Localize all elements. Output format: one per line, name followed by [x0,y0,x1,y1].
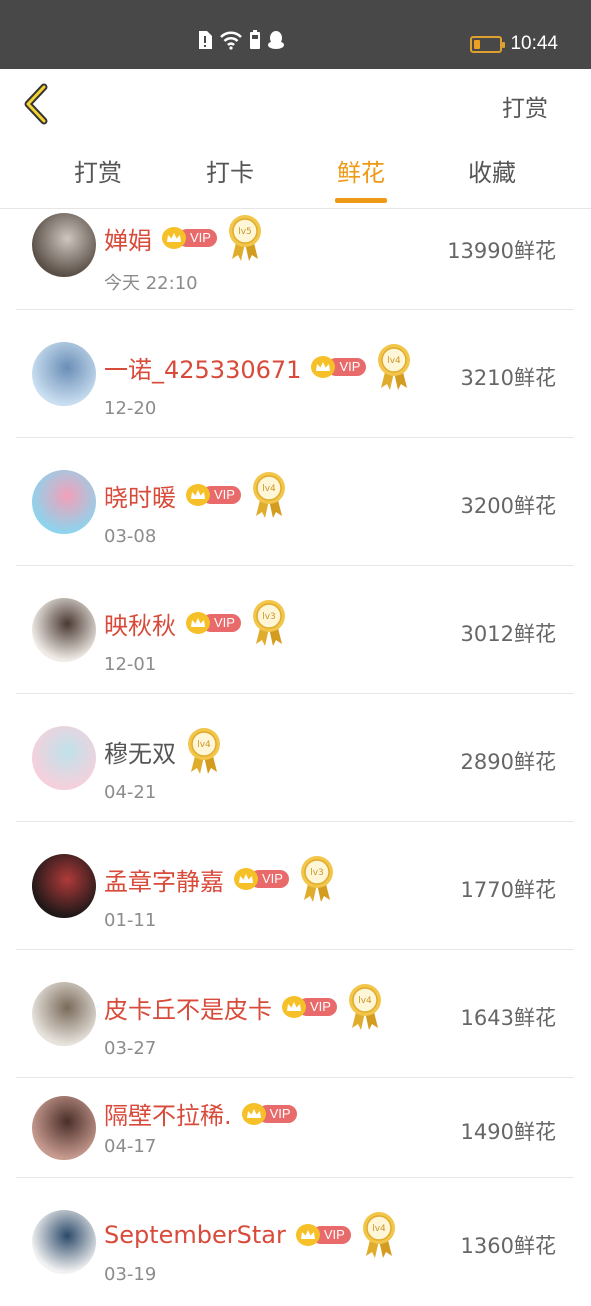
avatar [32,213,96,277]
list-item[interactable]: 婵娟 VIP lv5 今天 22:10 13990鲜花 [16,209,574,310]
avatar [32,854,96,918]
svg-text:lv4: lv4 [372,1224,386,1234]
crown-icon [186,484,210,506]
flower-ranking-list: 婵娟 VIP lv5 今天 22:10 13990鲜花 一诺_425330671… [16,209,574,1306]
svg-text:lv4: lv4 [262,484,276,494]
flower-count: 13990鲜花 [447,239,556,263]
top-header: 打赏 [0,69,591,139]
list-item[interactable]: 孟章字静嘉 VIP lv3 01-11 1770鲜花 [16,822,574,950]
crown-icon [186,612,210,634]
timestamp: 12-20 [104,398,157,419]
timestamp: 03-08 [104,526,157,547]
status-right: 10:44 [470,33,558,55]
avatar [32,726,96,790]
timestamp: 03-19 [104,1264,157,1285]
list-item[interactable]: 晓时暖 VIP lv4 03-08 3200鲜花 [16,438,574,566]
qq-icon [267,30,285,55]
vip-badge: VIP [295,1224,351,1246]
svg-text:lv4: lv4 [358,996,372,1006]
avatar [32,1210,96,1274]
list-item[interactable]: 穆无双 lv4 04-21 2890鲜花 [16,694,574,822]
level-medal-icon: lv4 [376,342,412,392]
vip-badge: VIP [234,868,289,890]
list-item[interactable]: SeptemberStar VIP lv4 03-19 1360鲜花 [16,1178,574,1306]
list-item[interactable]: 一诺_425330671 VIP lv4 12-20 3210鲜花 [16,310,574,438]
user-name: 映秋秋 [104,611,176,640]
svg-text:lv3: lv3 [310,868,324,878]
chevron-left-icon [20,83,60,129]
crown-icon [282,996,306,1018]
battery-small-icon [249,30,261,55]
vip-badge: VIP [186,484,241,506]
timestamp: 04-21 [104,782,157,803]
tab-active-indicator [335,198,387,203]
level-medal-icon: lv4 [347,982,383,1032]
battery-icon [470,35,506,53]
flower-count: 3012鲜花 [460,622,556,646]
crown-icon [234,868,258,890]
list-item[interactable]: 映秋秋 VIP lv3 12-01 3012鲜花 [16,566,574,694]
vip-badge: VIP [311,356,367,378]
vip-badge: VIP [186,612,241,634]
tab-reward[interactable]: 打赏 [58,153,138,188]
list-item[interactable]: 皮卡丘不是皮卡 VIP lv4 03-27 1643鲜花 [16,950,574,1078]
user-name: 一诺_425330671 [104,355,302,384]
level-medal-icon: lv5 [227,213,263,263]
avatar [32,598,96,662]
level-medal-icon: lv3 [251,598,287,648]
flower-count: 1490鲜花 [460,1120,556,1144]
level-medal-icon: lv3 [299,854,335,904]
back-button[interactable] [20,83,60,125]
wifi-icon [219,30,243,55]
timestamp: 01-11 [104,910,157,931]
svg-text:lv3: lv3 [262,612,276,622]
user-name: 穆无双 [104,739,176,768]
level-medal-icon: lv4 [361,1210,397,1260]
tab-checkin[interactable]: 打卡 [190,153,270,188]
timestamp: 今天 22:10 [104,273,198,294]
avatar [32,1096,96,1160]
level-medal-icon: lv4 [186,726,222,776]
flower-count: 2890鲜花 [460,750,556,774]
reward-action-button[interactable]: 打赏 [502,89,548,123]
user-name: 孟章字静嘉 [104,867,224,896]
crown-icon [162,227,186,249]
crown-icon [295,1224,320,1246]
tab-flowers[interactable]: 鲜花 [321,153,401,188]
flower-count: 1770鲜花 [460,878,556,902]
status-icons [197,30,285,55]
list-item[interactable]: 隔壁不拉稀. VIP 04-17 1490鲜花 [16,1078,574,1178]
user-name: 隔壁不拉稀. [104,1102,232,1130]
vip-badge: VIP [162,227,217,249]
status-bar: 10:44 [0,0,591,69]
crown-icon [241,1102,266,1125]
level-medal-icon: lv4 [251,470,287,520]
timestamp: 04-17 [104,1136,157,1157]
avatar [32,342,96,406]
flower-count: 3200鲜花 [460,494,556,518]
user-name: SeptemberStar [104,1221,286,1249]
user-name: 皮卡丘不是皮卡 [104,995,272,1024]
flower-count: 3210鲜花 [460,366,556,390]
flower-count: 1360鲜花 [460,1234,556,1258]
user-name: 晓时暖 [104,483,176,512]
timestamp: 03-27 [104,1038,157,1059]
svg-text:lv4: lv4 [388,356,402,366]
tab-bar: 打赏 打卡 鲜花 收藏 [0,139,591,209]
svg-text:lv4: lv4 [197,740,211,750]
vip-badge: VIP [241,1102,297,1125]
user-name: 婵娟 [104,226,152,255]
alert-icon [197,30,213,55]
avatar [32,982,96,1046]
vip-badge: VIP [282,996,337,1018]
flower-count: 1643鲜花 [460,1006,556,1030]
status-time: 10:44 [510,33,558,54]
timestamp: 12-01 [104,654,157,675]
tab-favorites[interactable]: 收藏 [452,153,532,188]
svg-text:lv5: lv5 [238,227,252,237]
avatar [32,470,96,534]
